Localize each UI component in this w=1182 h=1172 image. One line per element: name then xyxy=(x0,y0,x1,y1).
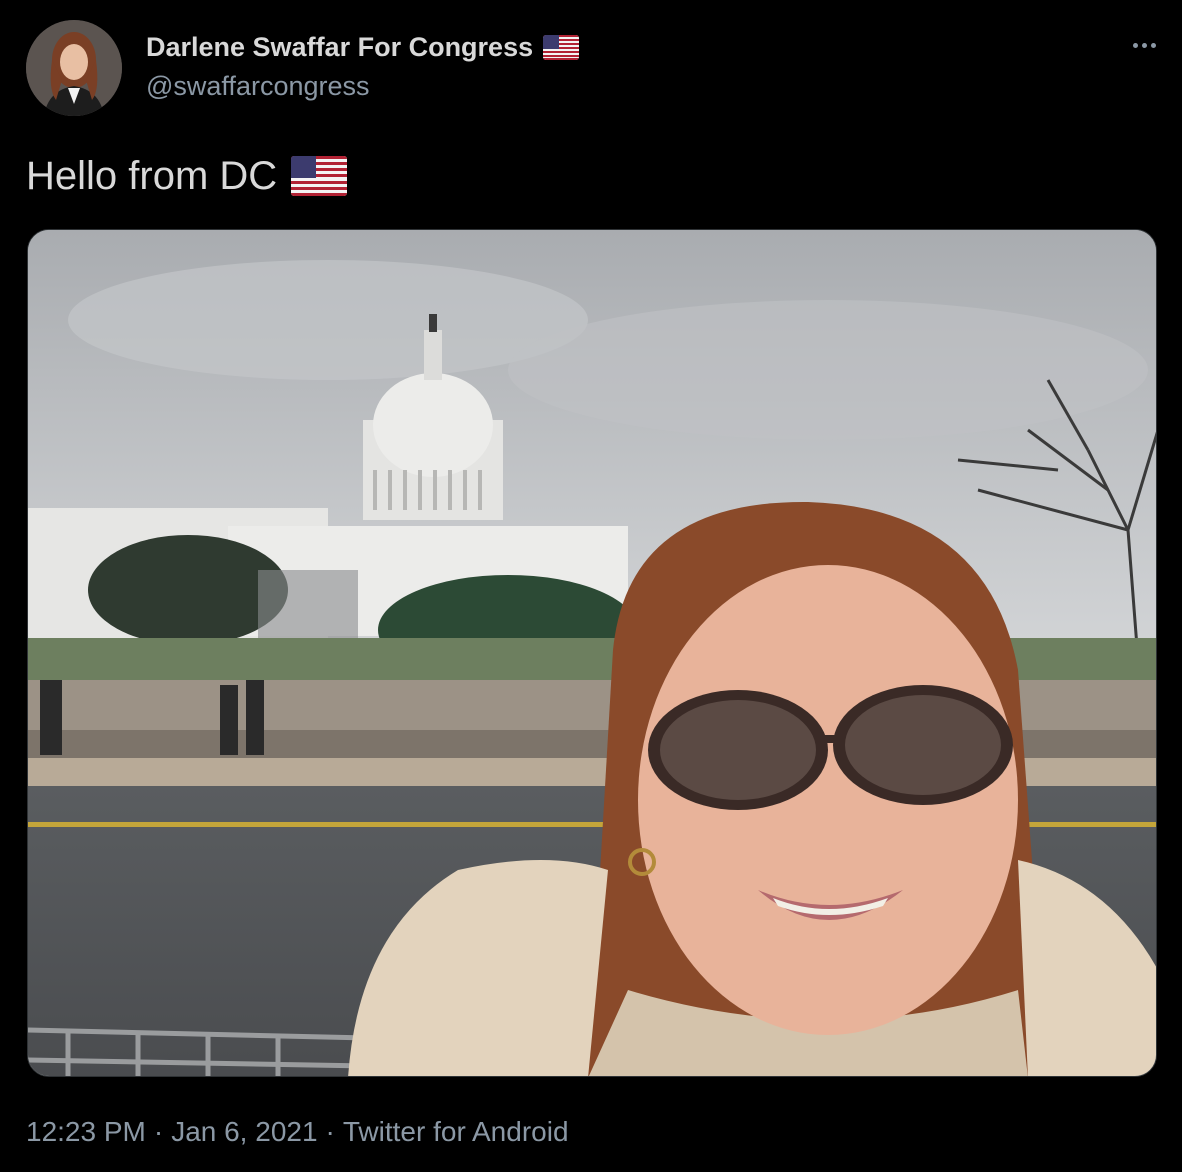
ellipsis-icon xyxy=(1132,42,1138,48)
us-flag-icon xyxy=(543,34,580,60)
ellipsis-dot xyxy=(1150,42,1156,48)
tweet-photo[interactable] xyxy=(27,229,1157,1077)
tweet-metadata: 12:23 PM · Jan 6, 2021 · Twitter for Android xyxy=(26,1112,569,1152)
ellipsis-dot xyxy=(1141,42,1147,48)
author-info: Darlene Swaffar For Congress @swaffarcon… xyxy=(146,30,580,104)
selfie-photo-icon xyxy=(28,230,1156,1076)
more-options-button[interactable] xyxy=(1124,30,1164,60)
separator: · xyxy=(325,1116,335,1147)
us-flag-icon xyxy=(291,156,348,196)
display-name-row[interactable]: Darlene Swaffar For Congress xyxy=(146,30,580,64)
display-name[interactable]: Darlene Swaffar For Congress xyxy=(146,30,533,64)
avatar[interactable] xyxy=(26,20,122,116)
tweet-source[interactable]: Twitter for Android xyxy=(343,1116,569,1147)
profile-photo-icon xyxy=(26,20,122,116)
separator: · xyxy=(153,1116,164,1147)
tweet-text: Hello from DC xyxy=(26,150,348,202)
tweet-time[interactable]: 12:23 PM xyxy=(26,1116,146,1147)
tweet: Darlene Swaffar For Congress @swaffarcon… xyxy=(0,0,1182,1172)
tweet-date[interactable]: Jan 6, 2021 xyxy=(171,1116,317,1147)
handle[interactable]: @swaffarcongress xyxy=(146,68,579,104)
tweet-body: Hello from DC xyxy=(26,154,278,198)
